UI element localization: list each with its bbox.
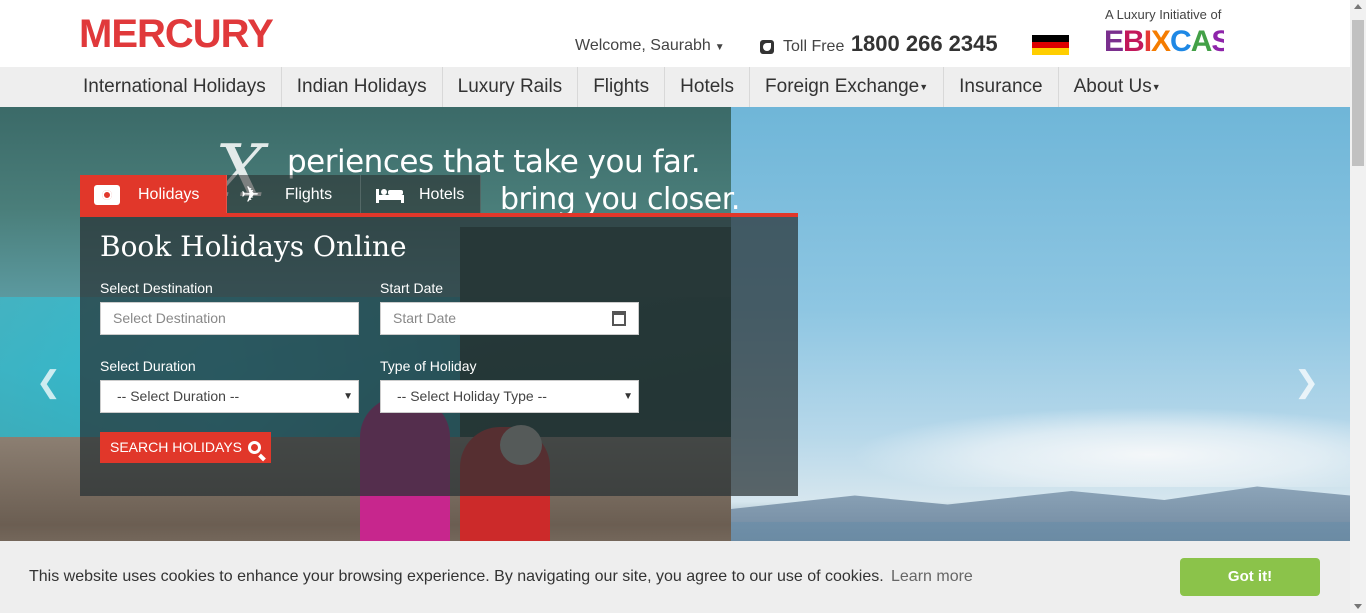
nav-label: Indian Holidays — [296, 76, 427, 97]
nav-indian-holidays[interactable]: Indian Holidays — [282, 67, 443, 107]
initiative-text: A Luxury Initiative of — [1105, 7, 1222, 22]
tab-hotels[interactable]: Hotels — [361, 175, 481, 215]
tab-label: Holidays — [138, 186, 200, 203]
destination-placeholder: Select Destination — [113, 310, 226, 326]
svg-text:EBIXCASH: EBIXCASH — [1104, 25, 1224, 58]
chevron-down-icon: ▼ — [1151, 82, 1161, 92]
duration-value: -- Select Duration -- — [117, 388, 240, 404]
cookie-text: This website uses cookies to enhance you… — [29, 568, 884, 585]
tab-holidays[interactable]: Holidays — [80, 175, 227, 215]
hero-slider: X periences that take you far. bring you… — [0, 107, 1350, 613]
ebixcash-logo: EBIXCASH — [1104, 22, 1252, 66]
user-menu[interactable]: Welcome, Saurabh ▼ — [575, 37, 725, 55]
holiday-type-select[interactable]: -- Select Holiday Type -- ▼ — [380, 380, 639, 413]
booking-panel: Book Holidays Online Select Destination … — [80, 217, 798, 496]
nav-label: Flights — [593, 76, 650, 97]
nav-label: Hotels — [680, 76, 735, 97]
tab-flights[interactable]: ✈ Flights — [227, 175, 361, 215]
destination-label: Select Destination — [100, 280, 213, 296]
nav-foreign-exchange[interactable]: Foreign Exchange▼ — [750, 67, 945, 107]
tagline-line2: bring you closer. — [500, 182, 740, 217]
site-header: MERCURY Welcome, Saurabh ▼ Toll Free 1800… — [0, 0, 1350, 67]
calendar-icon[interactable] — [612, 311, 626, 326]
nav-hotels[interactable]: Hotels — [665, 67, 751, 107]
start-date-label: Start Date — [380, 280, 444, 296]
prev-slide-icon[interactable]: ❮ — [36, 365, 61, 400]
search-button-label: SEARCH HOLIDAYS — [110, 439, 242, 455]
cookie-banner: This website uses cookies to enhance you… — [0, 541, 1350, 613]
welcome-text: Welcome, Saurabh — [575, 37, 711, 54]
duration-select[interactable]: -- Select Duration -- ▼ — [100, 380, 359, 413]
tollfree: Toll Free 1800 266 2345 — [783, 31, 998, 57]
nav-luxury-rails[interactable]: Luxury Rails — [443, 67, 579, 107]
scroll-up-icon[interactable] — [1354, 4, 1362, 9]
nav-label: About Us — [1073, 76, 1152, 98]
main-nav: International Holidays Indian Holidays L… — [0, 67, 1350, 107]
tab-label: Flights — [285, 186, 333, 203]
scroll-down-icon[interactable] — [1354, 604, 1362, 609]
chevron-down-icon: ▼ — [919, 82, 929, 92]
plane-icon: ✈ — [241, 182, 260, 207]
booking-tabs: Holidays ✈ Flights Hotels — [80, 175, 481, 215]
dropdown-arrow-icon: ▼ — [623, 391, 633, 402]
german-flag-icon[interactable] — [1032, 35, 1069, 55]
nav-flights[interactable]: Flights — [578, 67, 666, 107]
booking-title: Book Holidays Online — [100, 230, 407, 263]
tab-label: Hotels — [419, 186, 465, 203]
nav-about-us[interactable]: About Us▼ — [1059, 67, 1176, 107]
start-date-input[interactable]: Start Date — [380, 302, 639, 335]
duration-label: Select Duration — [100, 358, 196, 374]
start-date-placeholder: Start Date — [393, 310, 457, 326]
nav-label: Luxury Rails — [457, 76, 563, 97]
dropdown-arrow-icon: ▼ — [343, 391, 353, 402]
camera-icon — [94, 185, 120, 205]
search-holidays-button[interactable]: SEARCH HOLIDAYS — [100, 432, 271, 463]
holiday-type-label: Type of Holiday — [380, 358, 477, 374]
tollfree-number[interactable]: 1800 266 2345 — [851, 31, 998, 56]
nav-label: International Holidays — [83, 76, 266, 97]
holiday-type-value: -- Select Holiday Type -- — [397, 388, 547, 404]
page: MERCURY Welcome, Saurabh ▼ Toll Free 1800… — [0, 0, 1366, 613]
tollfree-label: Toll Free — [783, 38, 845, 55]
learn-more-link[interactable]: Learn more — [891, 568, 973, 586]
phone-icon — [760, 40, 774, 54]
nav-international-holidays[interactable]: International Holidays — [68, 67, 282, 107]
destination-input[interactable]: Select Destination — [100, 302, 359, 335]
bed-icon — [375, 185, 404, 205]
mercury-logo[interactable]: MERCURY — [79, 11, 274, 57]
nav-label: Foreign Exchange — [765, 76, 920, 98]
next-slide-icon[interactable]: ❯ — [1294, 365, 1319, 400]
scroll-thumb[interactable] — [1352, 20, 1364, 166]
chevron-down-icon: ▼ — [714, 42, 725, 53]
nav-label: Insurance — [959, 76, 1043, 97]
page-scrollbar[interactable] — [1350, 0, 1366, 613]
nav-insurance[interactable]: Insurance — [944, 67, 1059, 107]
hero-clouds — [850, 407, 1350, 487]
accept-cookies-button[interactable]: Got it! — [1180, 558, 1320, 596]
search-icon — [248, 441, 261, 454]
